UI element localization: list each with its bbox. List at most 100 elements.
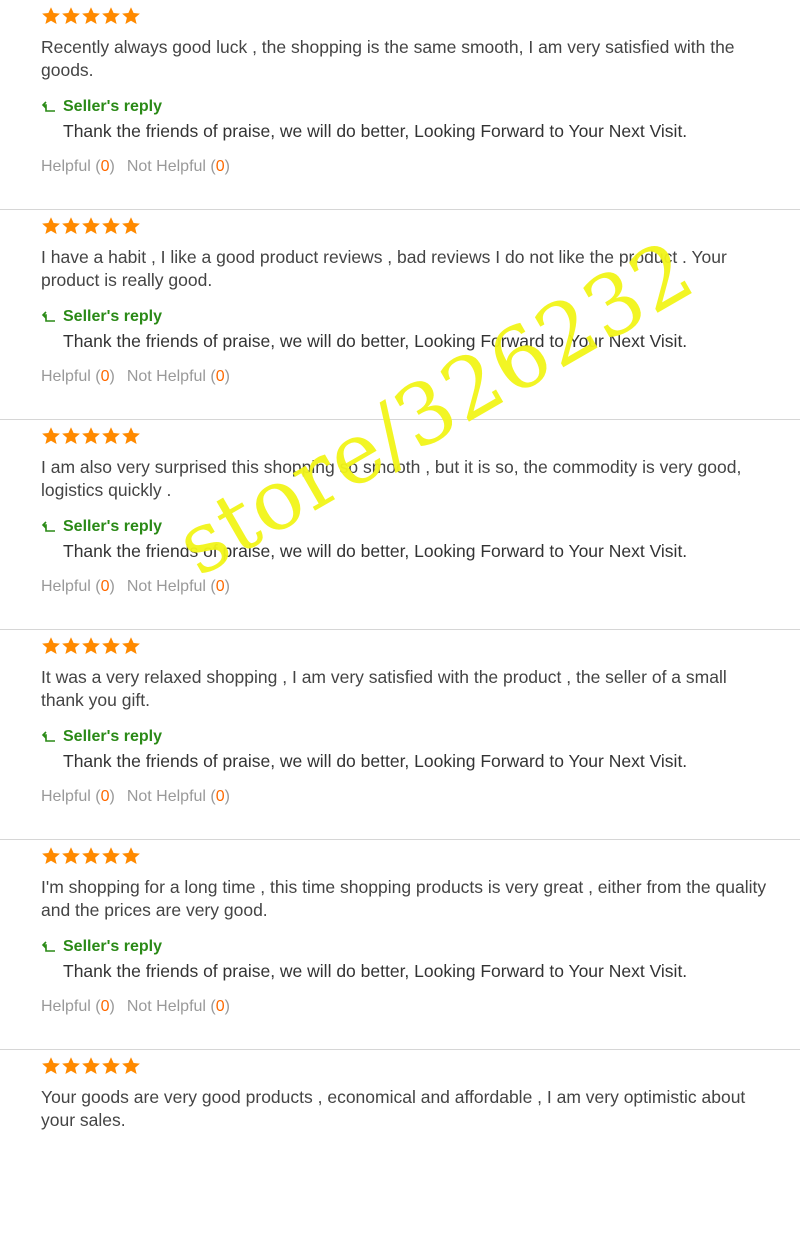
helpful-button[interactable]: Helpful (0)	[41, 368, 115, 385]
star-icon	[61, 216, 81, 236]
reply-arrow-icon	[41, 310, 57, 324]
star-rating	[41, 846, 141, 868]
star-rating	[41, 1056, 141, 1078]
not-helpful-label: Not Helpful	[126, 578, 206, 595]
helpful-button[interactable]: Helpful (0)	[41, 998, 115, 1015]
review-text: Your goods are very good products , econ…	[41, 1087, 746, 1130]
reply-arrow-icon	[41, 520, 57, 534]
seller-reply-header: Seller's reply	[41, 306, 162, 328]
star-icon	[121, 426, 141, 446]
review-item: I have a habit , I like a good product r…	[0, 210, 800, 420]
helpful-label: Helpful	[41, 578, 91, 595]
seller-reply-text: Thank the friends of praise, we will do …	[63, 961, 688, 981]
star-icon	[81, 6, 101, 26]
star-icon	[121, 636, 141, 656]
star-icon	[101, 636, 121, 656]
star-icon	[101, 1056, 121, 1076]
star-icon	[121, 846, 141, 866]
helpful-votes: Helpful (0) Not Helpful (0)	[41, 368, 230, 386]
review-item: I'm shopping for a long time , this time…	[0, 840, 800, 1050]
seller-reply-label: Seller's reply	[63, 938, 162, 955]
review-item: It was a very relaxed shopping , I am ve…	[0, 630, 800, 840]
review-item: I am also very surprised this shopping s…	[0, 420, 800, 630]
helpful-count: 0	[100, 368, 110, 385]
not-helpful-button[interactable]: Not Helpful (0)	[127, 998, 230, 1015]
star-icon	[121, 216, 141, 236]
star-icon	[41, 216, 61, 236]
helpful-label: Helpful	[41, 368, 91, 385]
not-helpful-button[interactable]: Not Helpful (0)	[127, 578, 230, 595]
helpful-count: 0	[100, 788, 110, 805]
seller-reply-text: Thank the friends of praise, we will do …	[63, 331, 688, 351]
star-icon	[41, 846, 61, 866]
seller-reply-header: Seller's reply	[41, 516, 162, 538]
not-helpful-button[interactable]: Not Helpful (0)	[127, 368, 230, 385]
seller-reply-header: Seller's reply	[41, 936, 162, 958]
not-helpful-button[interactable]: Not Helpful (0)	[127, 158, 230, 175]
helpful-votes: Helpful (0) Not Helpful (0)	[41, 788, 230, 806]
not-helpful-count: 0	[215, 368, 225, 385]
seller-reply-label: Seller's reply	[63, 98, 162, 115]
star-icon	[41, 6, 61, 26]
helpful-votes: Helpful (0) Not Helpful (0)	[41, 158, 230, 176]
seller-reply-label: Seller's reply	[63, 518, 162, 535]
helpful-count: 0	[100, 578, 110, 595]
helpful-votes: Helpful (0) Not Helpful (0)	[41, 998, 230, 1016]
star-icon	[101, 846, 121, 866]
star-icon	[101, 216, 121, 236]
not-helpful-count: 0	[215, 578, 225, 595]
not-helpful-count: 0	[215, 788, 225, 805]
helpful-label: Helpful	[41, 788, 91, 805]
star-icon	[81, 426, 101, 446]
not-helpful-label: Not Helpful	[126, 998, 206, 1015]
seller-reply-label: Seller's reply	[63, 308, 162, 325]
not-helpful-count: 0	[215, 158, 225, 175]
reply-arrow-icon	[41, 100, 57, 114]
review-text: I have a habit , I like a good product r…	[41, 247, 727, 290]
star-icon	[61, 1056, 81, 1076]
star-rating	[41, 216, 141, 238]
review-text: It was a very relaxed shopping , I am ve…	[41, 667, 727, 710]
seller-reply-header: Seller's reply	[41, 726, 162, 748]
helpful-label: Helpful	[41, 998, 91, 1015]
not-helpful-button[interactable]: Not Helpful (0)	[127, 788, 230, 805]
star-icon	[81, 1056, 101, 1076]
review-text: I am also very surprised this shopping s…	[41, 457, 742, 500]
helpful-button[interactable]: Helpful (0)	[41, 788, 115, 805]
helpful-count: 0	[100, 998, 110, 1015]
helpful-button[interactable]: Helpful (0)	[41, 158, 115, 175]
seller-reply-header: Seller's reply	[41, 96, 162, 118]
star-icon	[61, 636, 81, 656]
star-icon	[81, 846, 101, 866]
seller-reply-label: Seller's reply	[63, 728, 162, 745]
star-icon	[61, 846, 81, 866]
star-icon	[121, 6, 141, 26]
reply-arrow-icon	[41, 940, 57, 954]
review-item: Recently always good luck , the shopping…	[0, 0, 800, 210]
star-icon	[41, 1056, 61, 1076]
helpful-label: Helpful	[41, 158, 91, 175]
reply-arrow-icon	[41, 730, 57, 744]
not-helpful-count: 0	[215, 998, 225, 1015]
star-icon	[121, 1056, 141, 1076]
review-item: Your goods are very good products , econ…	[0, 1050, 800, 1260]
star-icon	[61, 426, 81, 446]
not-helpful-label: Not Helpful	[126, 368, 206, 385]
star-icon	[101, 426, 121, 446]
helpful-button[interactable]: Helpful (0)	[41, 578, 115, 595]
review-text: Recently always good luck , the shopping…	[41, 37, 735, 80]
star-icon	[41, 426, 61, 446]
star-rating	[41, 426, 141, 448]
star-icon	[41, 636, 61, 656]
star-rating	[41, 6, 141, 28]
not-helpful-label: Not Helpful	[126, 788, 206, 805]
star-icon	[101, 6, 121, 26]
star-icon	[61, 6, 81, 26]
not-helpful-label: Not Helpful	[126, 158, 206, 175]
seller-reply-text: Thank the friends of praise, we will do …	[63, 541, 688, 561]
star-rating	[41, 636, 141, 658]
star-icon	[81, 216, 101, 236]
seller-reply-text: Thank the friends of praise, we will do …	[63, 121, 688, 141]
review-feed: Recently always good luck , the shopping…	[0, 0, 800, 1260]
helpful-votes: Helpful (0) Not Helpful (0)	[41, 578, 230, 596]
